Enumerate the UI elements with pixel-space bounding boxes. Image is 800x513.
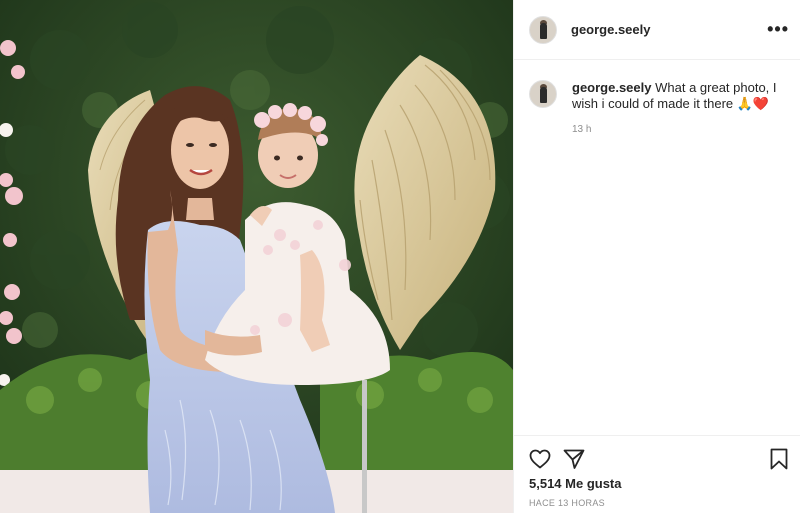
likes-count[interactable]: 5,514 Me gusta [529, 476, 622, 491]
post-photo [0, 0, 513, 513]
comment-time[interactable]: 13 h [572, 124, 591, 135]
caption-text: george.seely What a great photo, I wish … [572, 80, 787, 112]
post-timestamp[interactable]: HACE 13 HORAS [529, 498, 605, 508]
heart-icon[interactable] [528, 447, 552, 471]
bookmark-icon[interactable] [767, 447, 791, 471]
paper-plane-icon[interactable] [562, 447, 586, 471]
comment-avatar[interactable] [529, 80, 557, 108]
avatar-figure [540, 87, 547, 103]
avatar[interactable] [529, 15, 557, 44]
avatar-figure [540, 22, 547, 39]
post-header: george.seely ••• [514, 0, 800, 60]
post-username[interactable]: george.seely [571, 22, 651, 37]
post-actions: 5,514 Me gusta HACE 13 HORAS [514, 435, 800, 513]
post-side-panel: george.seely ••• george.seely What a gre… [513, 0, 800, 513]
caption-comment: george.seely What a great photo, I wish … [529, 80, 791, 112]
more-options-icon[interactable]: ••• [767, 20, 789, 38]
caption-username[interactable]: george.seely [572, 80, 652, 95]
photo-illustration [0, 0, 513, 513]
